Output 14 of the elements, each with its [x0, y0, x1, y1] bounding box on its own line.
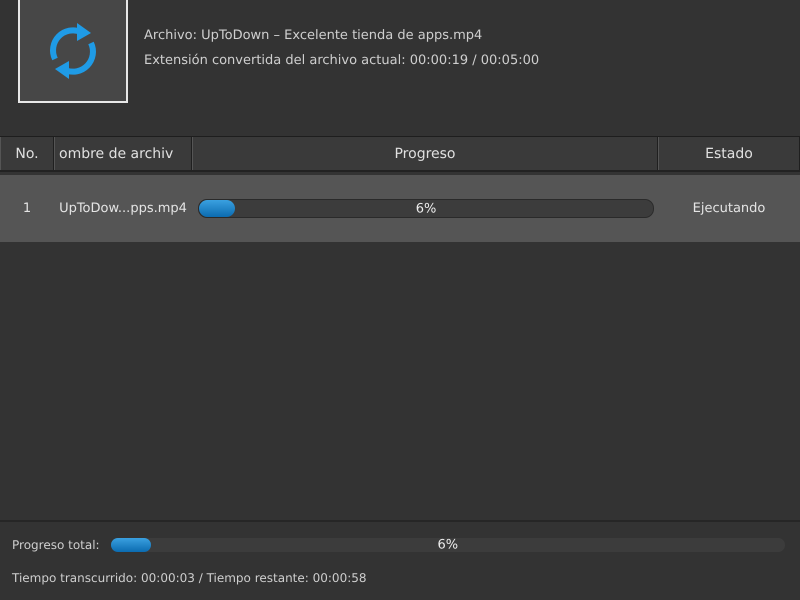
status-cell-text: Ejecutando — [692, 201, 766, 216]
column-header[interactable]: Estado — [658, 137, 800, 170]
column-header[interactable]: No. — [0, 137, 54, 170]
number-cell-text: 1 — [22, 201, 32, 216]
column-header[interactable]: ombre de archiv — [54, 137, 192, 170]
converted-length-text: Extensión convertida del archivo actual: 00:00:19 / 00:05:00 — [144, 53, 540, 68]
total-progress-percent: 6% — [437, 538, 458, 552]
progress-percent: 6% — [416, 201, 436, 216]
total-progress-label: Progreso total: — [12, 538, 100, 552]
file-name-text: Archivo: UpToDown – Excelente tienda de apps.mp4 — [144, 28, 484, 43]
column-header[interactable]: Progreso — [192, 137, 658, 170]
time-text: Tiempo transcurrido: 00:00:03 / Tiempo restante: 00:00:58 — [12, 571, 368, 585]
table-row[interactable]: 1 UpToDow...pps.mp4 6% Ejecutando — [0, 175, 800, 242]
file-name-cell-text: UpToDow...pps.mp4 — [58, 201, 188, 216]
